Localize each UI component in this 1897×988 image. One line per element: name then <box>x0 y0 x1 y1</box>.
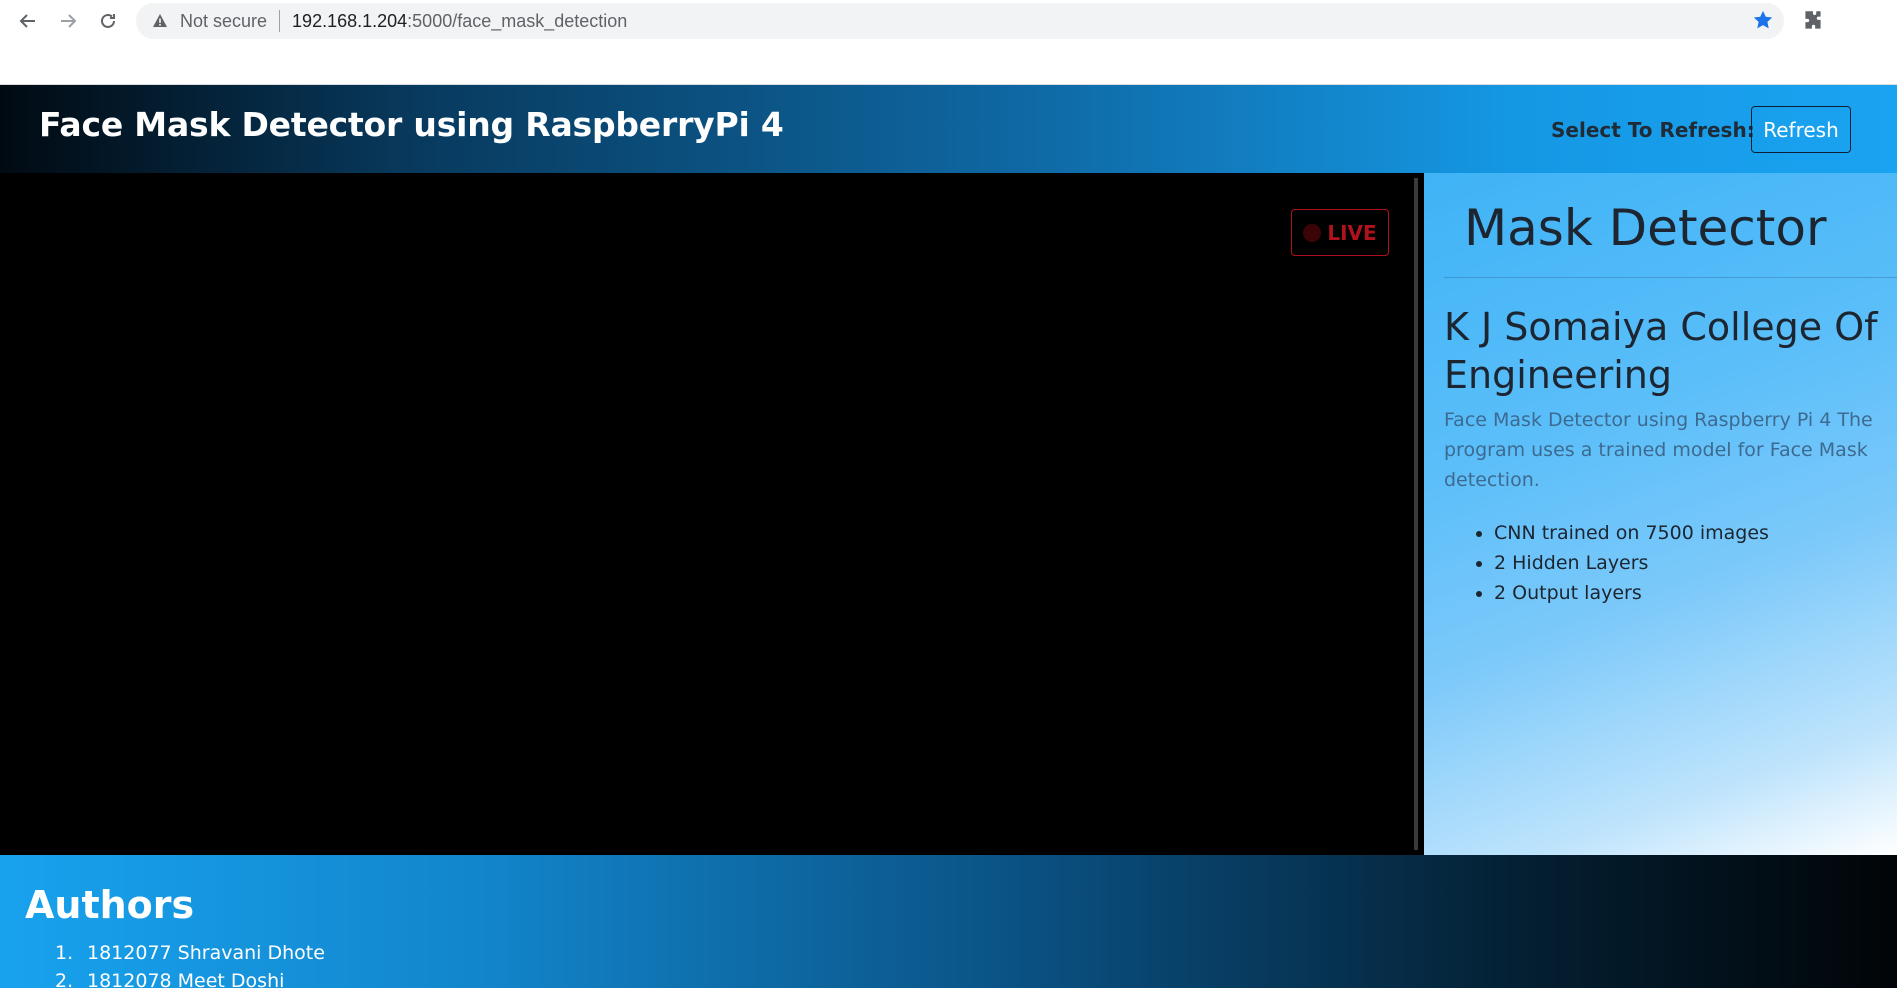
project-description: Face Mask Detector using Raspberry Pi 4 … <box>1444 409 1873 491</box>
list-item: CNN trained on 7500 images <box>1494 518 1874 548</box>
url-host: 192.168.1.204 <box>292 10 408 31</box>
author-name: 1812077 Shravani Dhote <box>87 942 325 964</box>
author-number: 1. <box>55 942 74 964</box>
forward-arrow-icon[interactable] <box>52 8 84 34</box>
authors-section: Authors 1. 1812077 Shravani Dhote 2. 181… <box>0 855 1897 988</box>
refresh-button[interactable]: Refresh <box>1751 106 1851 153</box>
author-number: 2. <box>55 970 74 988</box>
list-item: 2. 1812078 Meet Doshi <box>55 967 655 988</box>
back-arrow-icon[interactable] <box>12 8 44 34</box>
feature-list: CNN trained on 7500 images 2 Hidden Laye… <box>1494 518 1874 608</box>
site-header: Face Mask Detector using RaspberryPi 4 S… <box>0 85 1897 173</box>
list-item: 1. 1812077 Shravani Dhote <box>55 939 655 967</box>
extensions-puzzle-icon[interactable] <box>1800 8 1826 34</box>
authors-heading: Authors <box>25 883 195 927</box>
address-bar[interactable]: Not secure 192.168.1.204 :5000/face_mask… <box>136 3 1784 39</box>
live-dot-icon <box>1303 223 1322 242</box>
panel-title: Mask Detector <box>1464 199 1827 257</box>
browser-toolbar: Not secure 192.168.1.204 :5000/face_mask… <box>0 0 1897 85</box>
info-panel: Mask Detector K J Somaiya College Of Eng… <box>1424 173 1897 855</box>
separator <box>279 10 281 32</box>
authors-list: 1. 1812077 Shravani Dhote 2. 1812078 Mee… <box>55 939 655 988</box>
video-scroll-edge <box>1414 178 1418 850</box>
list-item: 2 Hidden Layers <box>1494 548 1874 578</box>
url-path: :5000/face_mask_detection <box>407 10 628 31</box>
video-feed <box>0 173 1424 855</box>
panel-divider <box>1444 277 1897 278</box>
list-item: 2 Output layers <box>1494 578 1874 608</box>
reload-icon[interactable] <box>92 8 124 34</box>
page-title: Face Mask Detector using RaspberryPi 4 <box>39 105 784 144</box>
refresh-label: Select To Refresh: <box>1551 118 1755 142</box>
live-label: LIVE <box>1327 220 1377 245</box>
security-status[interactable]: Not secure <box>180 11 267 32</box>
warning-icon[interactable] <box>150 11 170 31</box>
live-badge: LIVE <box>1291 209 1389 256</box>
author-name: 1812078 Meet Doshi <box>87 970 285 988</box>
college-name: K J Somaiya College Of Engineering <box>1444 305 1878 397</box>
bookmark-star-icon[interactable] <box>1752 9 1774 37</box>
